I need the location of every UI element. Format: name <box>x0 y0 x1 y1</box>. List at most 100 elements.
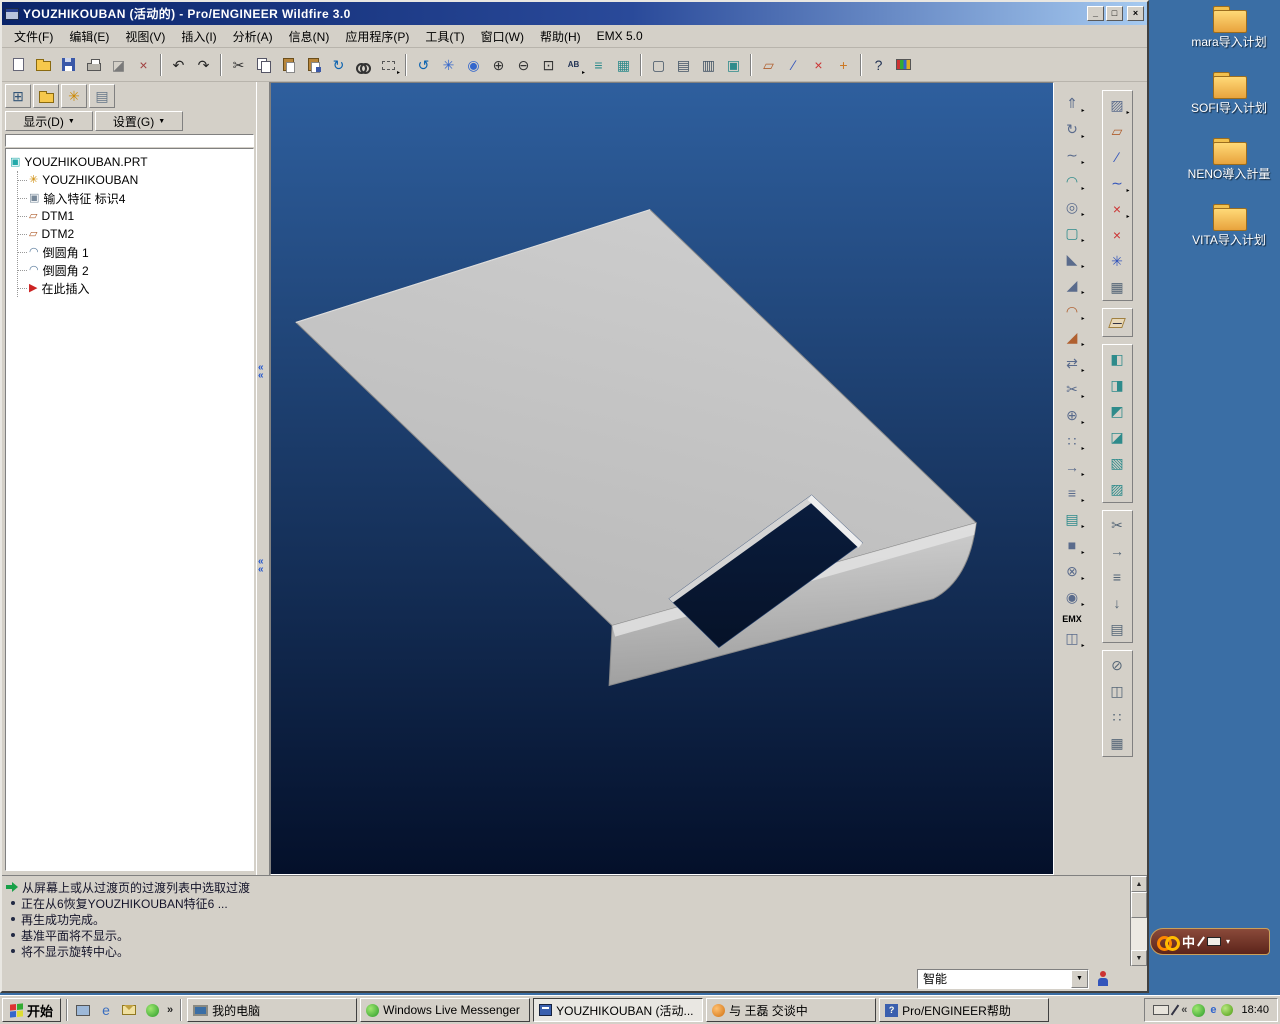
copy-surface-button[interactable]: ▨ <box>1104 476 1131 501</box>
tree-item[interactable]: ▣ 输入特征 标识4 <box>18 189 251 207</box>
taskbar-task-chat[interactable]: 与 王磊 交谈中 <box>706 998 877 1022</box>
regenerate-button[interactable]: ↻ <box>326 53 351 77</box>
datum-point-button[interactable]: × ▸ <box>1104 196 1131 221</box>
scrollbar-track[interactable] <box>1131 892 1147 950</box>
undo-button[interactable]: ↶ <box>166 53 191 77</box>
taskbar-task-help[interactable]: ? Pro/ENGINEER帮助 <box>879 998 1050 1022</box>
taskbar-task-my-computer[interactable]: 我的电脑 <box>187 998 358 1022</box>
tree-item[interactable]: ▶ 在此插入 <box>18 279 251 297</box>
tree-item[interactable]: ✳ YOUZHIKOUBAN <box>18 171 251 189</box>
select-filter-button[interactable]: ▸ <box>376 53 401 77</box>
menu-item-9[interactable]: 帮助(H) <box>532 25 589 48</box>
datum-graph-button[interactable]: ▦ <box>1104 274 1131 299</box>
extrude-tool-button[interactable]: ⇑ ▸ <box>1059 90 1086 115</box>
hidden-line-button[interactable]: ▤ <box>671 53 696 77</box>
menu-item-0[interactable]: 文件(F) <box>6 25 61 48</box>
flyout-arrow-icon[interactable]: ▸ <box>1081 524 1084 530</box>
scroll-up-icon[interactable]: ▲ <box>1131 876 1147 892</box>
ie-tray-icon[interactable]: e <box>1210 1004 1216 1016</box>
menu-item-7[interactable]: 工具(T) <box>417 25 472 48</box>
ime-pen-icon[interactable] <box>1197 936 1205 947</box>
menu-item-4[interactable]: 分析(A) <box>225 25 281 48</box>
ie-launch-button[interactable]: e <box>96 1000 116 1020</box>
messenger-launch-button[interactable] <box>142 1000 162 1020</box>
folder-browser-button[interactable] <box>33 84 59 108</box>
flyout-arrow-icon[interactable]: ▸ <box>1081 368 1084 374</box>
collapse-chevron-icon[interactable]: «« <box>258 363 264 381</box>
revolve-surface-button[interactable]: ◨ <box>1104 372 1131 397</box>
flyout-arrow-icon[interactable]: ▸ <box>1081 472 1084 478</box>
calculator-button[interactable]: ▦ <box>1104 730 1131 755</box>
datum-axes-toggle-button[interactable]: ∕ <box>781 53 806 77</box>
component-display-button[interactable]: ∷ <box>1104 704 1131 729</box>
menu-item-2[interactable]: 视图(V) <box>117 25 173 48</box>
flyout-arrow-icon[interactable]: ▸ <box>1126 188 1129 194</box>
flyout-arrow-icon[interactable]: ▸ <box>1126 214 1129 220</box>
shaded-button[interactable]: ▣ <box>721 53 746 77</box>
datum-field-point-button[interactable]: × <box>1104 222 1131 247</box>
ime-options-icon[interactable]: ▾ <box>1226 937 1230 946</box>
refit-button[interactable]: ⊡ <box>536 53 561 77</box>
pattern-tool-button[interactable]: ∷ ▸ <box>1059 428 1086 453</box>
paste-button[interactable] <box>276 53 301 77</box>
mail-launch-button[interactable] <box>119 1000 139 1020</box>
save-button[interactable] <box>56 53 81 77</box>
3d-viewport[interactable] <box>270 82 1054 875</box>
erase-button[interactable]: ◪ <box>106 53 131 77</box>
appearances-button[interactable] <box>891 53 916 77</box>
paste-special-button[interactable] <box>301 53 326 77</box>
solidify-tool-button[interactable]: ■ ▸ <box>1059 532 1086 557</box>
zoom-in-button[interactable]: ⊕ <box>486 53 511 77</box>
layers-button[interactable]: ≡ <box>586 53 611 77</box>
menu-item-1[interactable]: 编辑(E) <box>61 25 117 48</box>
datum-csys-button[interactable]: ✳ <box>1104 248 1131 273</box>
desktop-folder[interactable]: mara导入计划 <box>1184 4 1274 49</box>
context-help-button[interactable]: ? <box>866 53 891 77</box>
orient-mode-button[interactable]: ◉ <box>461 53 486 77</box>
favorites-button[interactable]: ✳ <box>61 84 87 108</box>
draft-tool-button[interactable]: ◢ ▸ <box>1059 272 1086 297</box>
selection-filter-combo[interactable]: 智能 ▼ <box>917 968 1089 989</box>
restore-button[interactable]: □ <box>1106 6 1123 21</box>
datum-curve-button[interactable]: ∼ ▸ <box>1104 170 1131 195</box>
offset-surface-button[interactable]: ▧ <box>1104 450 1131 475</box>
flyout-arrow-icon[interactable]: ▸ <box>397 70 400 76</box>
extend-tool-button[interactable]: → ▸ <box>1059 454 1086 479</box>
collapse-chevron-icon[interactable]: «« <box>258 557 264 575</box>
tray-chevron-icon[interactable]: « <box>1181 1004 1187 1016</box>
merge-tool-button[interactable]: ⊕ ▸ <box>1059 402 1086 427</box>
repaint-button[interactable]: ↺ <box>411 53 436 77</box>
extend-surface-button[interactable]: → <box>1104 538 1131 563</box>
offset-tool-button[interactable]: ≡ ▸ <box>1059 480 1086 505</box>
datum-plane-button[interactable]: ▱ <box>1104 118 1131 143</box>
flyout-arrow-icon[interactable]: ▸ <box>1081 160 1084 166</box>
combo-dropdown-icon[interactable]: ▼ <box>1071 969 1088 988</box>
flyout-arrow-icon[interactable]: ▸ <box>1081 264 1084 270</box>
revolve-tool-button[interactable]: ↻ ▸ <box>1059 116 1086 141</box>
thicken-surface-button[interactable]: ▤ <box>1104 616 1131 641</box>
emx-tool-button[interactable]: ◫ ▸ <box>1059 625 1086 650</box>
tree-item[interactable]: ◠ 倒圆角 1 <box>18 243 251 261</box>
scroll-down-icon[interactable]: ▼ <box>1131 950 1147 966</box>
wrap-tool-button[interactable]: ◉ ▸ <box>1059 584 1086 609</box>
trim-tool-button[interactable]: ✂ ▸ <box>1059 376 1086 401</box>
language-bar[interactable]: 中 ▾ <box>1150 928 1270 955</box>
flyout-arrow-icon[interactable]: ▸ <box>1081 602 1084 608</box>
zoom-out-button[interactable]: ⊖ <box>511 53 536 77</box>
project-curve-button[interactable]: ↓ <box>1104 590 1131 615</box>
intersect-tool-button[interactable]: ⊗ ▸ <box>1059 558 1086 583</box>
sketched-datum-button[interactable]: ▨ ▸ <box>1104 92 1131 117</box>
model-tree-toggle-button[interactable]: ⊞ <box>5 84 31 108</box>
menu-item-8[interactable]: 窗口(W) <box>473 25 532 48</box>
taskbar-task-messenger[interactable]: Windows Live Messenger <box>360 998 531 1022</box>
start-button[interactable]: 开始 <box>2 998 62 1022</box>
datum-axis-button[interactable]: ∕ <box>1104 144 1131 169</box>
desktop-folder[interactable]: SOFI导入计划 <box>1184 70 1274 115</box>
flyout-arrow-icon[interactable]: ▸ <box>1081 134 1084 140</box>
show-desktop-button[interactable] <box>73 1000 93 1020</box>
rib-tool-button[interactable]: ◣ ▸ <box>1059 246 1086 271</box>
saved-orientations-button[interactable]: AB ▸ <box>561 53 586 77</box>
flyout-arrow-icon[interactable]: ▸ <box>1081 446 1084 452</box>
sweep-tool-button[interactable]: ∼ ▸ <box>1059 142 1086 167</box>
shell-tool-button[interactable]: ▢ ▸ <box>1059 220 1086 245</box>
